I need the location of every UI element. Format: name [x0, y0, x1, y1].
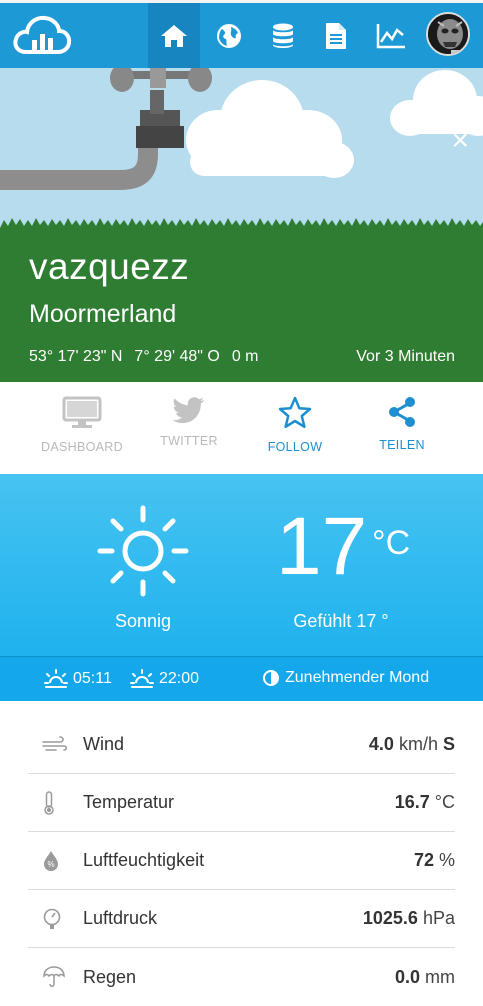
svg-text:%: % — [47, 860, 54, 869]
sunset-time: 22:00 — [159, 670, 200, 687]
monitor-icon — [62, 396, 102, 428]
nav-chart[interactable] — [365, 3, 417, 68]
home-icon — [161, 24, 187, 47]
nav-database[interactable] — [257, 3, 309, 68]
sunrise-icon — [44, 669, 68, 688]
weather-station-illustration — [0, 68, 483, 382]
latitude: 53° 17' 23" N — [29, 348, 123, 365]
altitude: 0 m — [231, 348, 259, 365]
umbrella-icon — [43, 966, 65, 987]
sunset-icon — [130, 669, 154, 688]
measurement-row-wind[interactable]: Wind 4.0 km/h S — [28, 716, 455, 774]
measurement-value: 0.0 mm — [394, 966, 455, 987]
moon-phase: Zunehmender Mond — [262, 669, 429, 687]
share-label: TEILEN — [379, 438, 425, 452]
measurement-row-humidity[interactable]: % Luftfeuchtigkeit 72 % — [28, 832, 455, 890]
document-icon — [326, 22, 346, 49]
current-temperature: 17 — [276, 501, 368, 592]
star-icon — [278, 396, 312, 429]
sunrise-time: 05:11 — [73, 670, 112, 687]
globe-icon — [217, 23, 241, 48]
current-weather-panel: Sonnig 17 °C Gefühlt 17 ° — [0, 474, 483, 656]
humidity-icon: % — [44, 850, 58, 871]
measurement-row-rain[interactable]: Regen 0.0 mm — [28, 948, 455, 1006]
station-name: vazquezz — [29, 246, 190, 287]
share-button[interactable]: TEILEN — [347, 396, 457, 452]
close-icon[interactable]: × — [451, 126, 469, 156]
measurement-value: 72 % — [413, 850, 455, 870]
weather-condition: Sonnig — [114, 611, 172, 631]
wind-icon — [42, 735, 68, 751]
moon-phase-label: Zunehmender Mond — [285, 669, 430, 686]
nav-document[interactable] — [310, 3, 362, 68]
measurement-name: Luftdruck — [83, 908, 158, 928]
dashboard-button[interactable]: DASHBOARD — [27, 396, 137, 454]
measurement-name: Regen — [83, 966, 137, 987]
feels-like-temperature: Gefühlt 17 ° — [293, 611, 389, 631]
user-avatar[interactable] — [426, 12, 470, 56]
sun-icon — [97, 505, 189, 597]
database-icon — [273, 23, 293, 48]
twitter-icon — [173, 397, 204, 424]
temperature-unit: °C — [372, 524, 411, 562]
share-icon — [389, 397, 415, 427]
last-updated: Vor 3 Minuten — [356, 348, 455, 365]
half-moon-icon — [263, 670, 279, 686]
follow-label: FOLLOW — [267, 440, 323, 454]
measurement-row-pressure[interactable]: Luftdruck 1025.6 hPa — [28, 890, 455, 948]
sun-moon-bar: 05:11 22:00 Zunehmender Mond — [0, 656, 483, 701]
nav-home[interactable] — [148, 3, 200, 68]
measurement-row-temperature[interactable]: Temperatur 16.7 °C — [28, 774, 455, 832]
dashboard-label: DASHBOARD — [41, 440, 123, 454]
measurement-value: 4.0 km/h S — [368, 734, 455, 754]
station-location: Moormerland — [29, 300, 177, 328]
sunset: 22:00 — [130, 669, 199, 689]
twitter-button[interactable]: TWITTER — [134, 396, 244, 448]
measurement-name: Luftfeuchtigkeit — [83, 850, 205, 870]
station-actions: DASHBOARD TWITTER FOLLOW TEILEN — [0, 382, 483, 474]
follow-button[interactable]: FOLLOW — [240, 396, 350, 454]
measurement-value: 16.7 °C — [394, 792, 455, 812]
measurement-name: Temperatur — [83, 792, 175, 812]
nav-globe[interactable] — [203, 3, 255, 68]
top-navigation-bar — [0, 0, 483, 68]
sunrise: 05:11 — [44, 669, 112, 689]
measurements-list: Wind 4.0 km/h S Temperatur 16.7 °C % Luf… — [28, 716, 455, 1006]
barometer-icon — [43, 908, 61, 929]
station-hero-banner: × vazquezz Moormerland 53° 17' 23" N 7° … — [0, 68, 483, 382]
measurement-value: 1025.6 hPa — [362, 908, 455, 928]
thermometer-icon — [44, 790, 54, 815]
twitter-label: TWITTER — [160, 434, 218, 448]
station-coordinates: 53° 17' 23" N 7° 29' 48" O 0 m — [29, 348, 259, 366]
measurement-name: Wind — [83, 734, 125, 754]
longitude: 7° 29' 48" O — [134, 348, 220, 365]
cloud-bars-logo[interactable] — [12, 12, 72, 58]
chart-icon — [376, 23, 405, 48]
